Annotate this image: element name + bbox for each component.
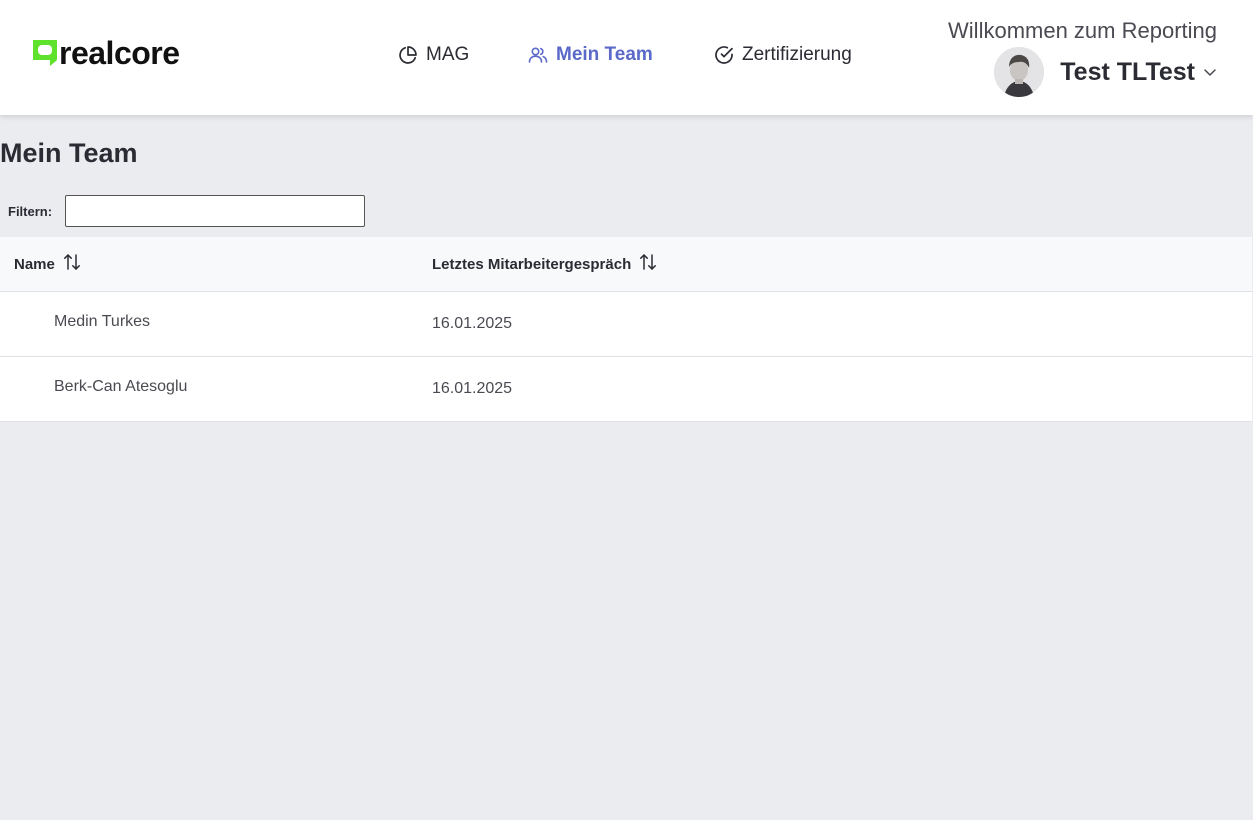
- cell-last-review: 16.01.2025: [432, 380, 513, 397]
- page-title: Mein Team: [0, 138, 138, 168]
- check-circle-icon: [714, 45, 734, 65]
- nav-label-mein-team: Mein Team: [556, 44, 653, 65]
- nav-item-mag[interactable]: MAG: [398, 42, 469, 68]
- column-header-name-label: Name: [14, 255, 55, 273]
- cell-last-review: 16.01.2025: [432, 315, 513, 332]
- logo-text: realcore: [59, 35, 180, 71]
- nav-item-mein-team[interactable]: Mein Team: [528, 42, 653, 68]
- nav-item-zertifizierung[interactable]: Zertifizierung: [714, 42, 852, 68]
- sort-icon[interactable]: [639, 252, 657, 272]
- user-name: Test TLTest: [1060, 57, 1195, 86]
- sort-icon[interactable]: [63, 252, 81, 272]
- chevron-down-icon[interactable]: [1203, 65, 1217, 79]
- filter-input[interactable]: [65, 195, 365, 227]
- nav-label-mag: MAG: [426, 44, 470, 65]
- table-row[interactable]: Berk-Can Atesoglu 16.01.2025: [0, 357, 1252, 422]
- filter-label: Filtern:: [8, 204, 53, 219]
- team-table: Name Letztes Mitarbeitergespräch Medin T…: [0, 237, 1252, 422]
- column-header-name[interactable]: Name: [14, 237, 81, 291]
- cell-name: Medin Turkes: [54, 313, 151, 330]
- avatar[interactable]: [994, 47, 1045, 97]
- column-header-last-review-label: Letztes Mitarbeitergespräch: [432, 255, 632, 273]
- app-header: realcore MAG Mein Team Zertifizierung Wi…: [0, 0, 1253, 115]
- cell-name: Berk-Can Atesoglu: [54, 378, 188, 395]
- table-header: Name Letztes Mitarbeitergespräch: [0, 237, 1252, 292]
- table-row[interactable]: Medin Turkes 16.01.2025: [0, 292, 1252, 357]
- welcome-text: Willkommen zum Reporting: [948, 18, 1217, 43]
- pie-chart-icon: [398, 45, 418, 65]
- column-header-last-review[interactable]: Letztes Mitarbeitergespräch: [432, 237, 657, 291]
- users-icon: [528, 45, 548, 65]
- user-menu[interactable]: Test TLTest: [994, 47, 1217, 97]
- nav-label-zertifizierung: Zertifizierung: [742, 44, 852, 65]
- realcore-logo-mark-icon: [33, 40, 57, 66]
- realcore-logo[interactable]: realcore: [33, 36, 180, 70]
